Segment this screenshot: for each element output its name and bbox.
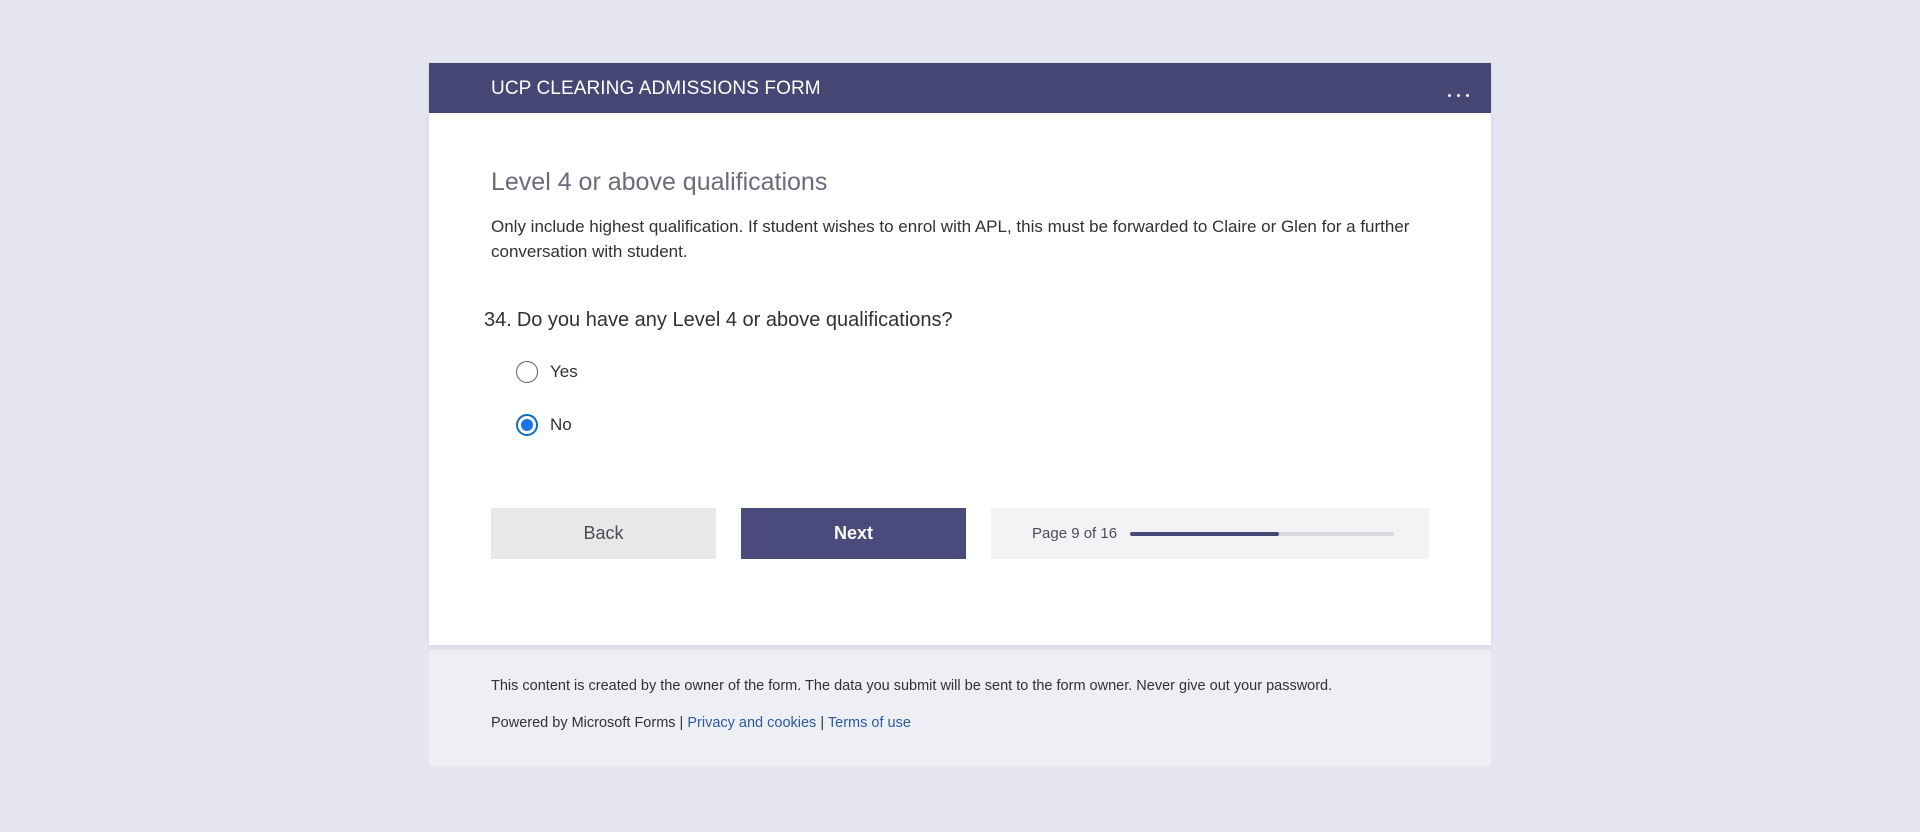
powered-by-text: Powered by Microsoft Forms |	[491, 715, 684, 731]
ellipsis-icon	[1465, 94, 1469, 97]
more-options-button[interactable]	[1441, 81, 1475, 101]
ellipsis-icon	[1456, 94, 1460, 97]
terms-link[interactable]: Terms of use	[828, 715, 911, 731]
footer-separator: |	[820, 715, 825, 731]
back-button[interactable]: Back	[491, 508, 716, 559]
question-number: 34.	[484, 309, 512, 331]
page-counter: Page 9 of 16	[1032, 525, 1118, 542]
form-header: UCP CLEARING ADMISSIONS FORM	[429, 63, 1491, 113]
footer: This content is created by the owner of …	[429, 650, 1491, 766]
section-description: Only include highest qualification. If s…	[491, 217, 1410, 261]
question: 34. Do you have any Level 4 or above qua…	[484, 309, 953, 332]
question-text: Do you have any Level 4 or above qualifi…	[516, 309, 953, 331]
privacy-link[interactable]: Privacy and cookies	[687, 715, 816, 731]
option-no[interactable]: No	[516, 414, 572, 436]
radio-no[interactable]	[516, 414, 538, 436]
footer-links: Powered by Microsoft Forms | Privacy and…	[491, 715, 911, 731]
radio-yes[interactable]	[516, 361, 538, 383]
section-title: Level 4 or above qualifications	[491, 168, 828, 196]
form-card: UCP CLEARING ADMISSIONS FORM Level 4 or …	[429, 63, 1491, 645]
progress-bar	[1130, 531, 1395, 536]
ellipsis-icon	[1447, 94, 1451, 97]
progress-bar-fill	[1130, 531, 1279, 536]
progress-indicator: Page 9 of 16	[991, 508, 1429, 559]
form-title: UCP CLEARING ADMISSIONS FORM	[491, 78, 821, 99]
option-label-no: No	[550, 415, 572, 434]
option-label-yes: Yes	[550, 362, 578, 381]
footer-disclaimer: This content is created by the owner of …	[491, 678, 1333, 694]
option-yes[interactable]: Yes	[516, 361, 578, 383]
next-button[interactable]: Next	[741, 508, 966, 559]
